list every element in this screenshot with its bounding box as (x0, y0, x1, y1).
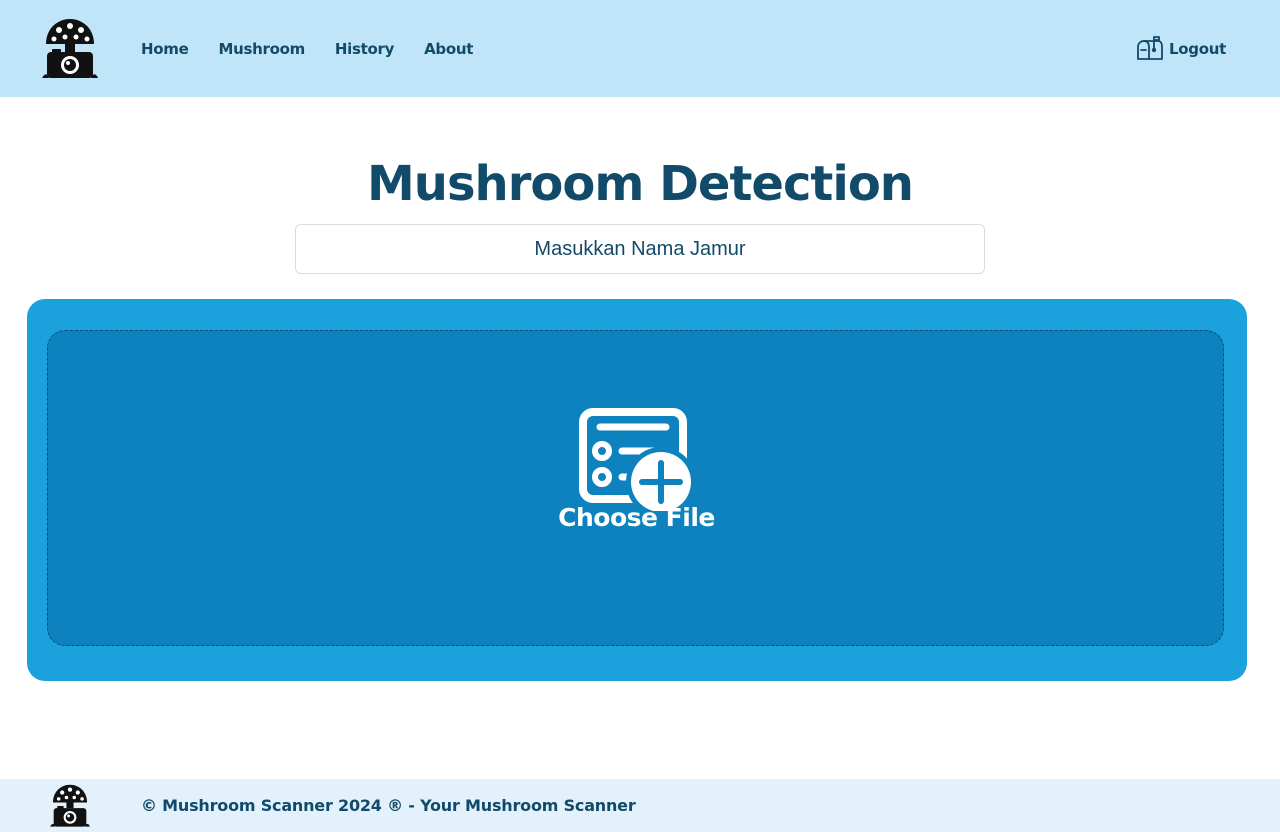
mushroom-camera-logo-icon (50, 784, 90, 827)
mailbox-icon (1137, 36, 1163, 60)
file-add-icon (579, 408, 696, 511)
nav-links: Home Mushroom History About (141, 0, 503, 97)
nav-link-home[interactable]: Home (141, 40, 189, 58)
footer: © Mushroom Scanner 2024 ® - Your Mushroo… (0, 779, 1280, 832)
mushroom-camera-logo-icon[interactable] (42, 18, 98, 80)
choose-file-label[interactable]: Choose File (48, 503, 1225, 532)
logout-label: Logout (1169, 40, 1226, 58)
navbar: Home Mushroom History About Logout (0, 0, 1280, 97)
file-drop-zone[interactable]: Choose File (47, 330, 1224, 646)
nav-link-history[interactable]: History (335, 40, 394, 58)
page-title: Mushroom Detection (367, 156, 914, 212)
nav-link-about[interactable]: About (424, 40, 473, 58)
logout-button[interactable]: Logout (1136, 34, 1226, 64)
nav-link-mushroom[interactable]: Mushroom (218, 40, 305, 58)
footer-copyright: © Mushroom Scanner 2024 ® - Your Mushroo… (141, 796, 636, 815)
upload-card: Choose File (27, 299, 1247, 681)
mushroom-name-input[interactable] (295, 224, 985, 274)
